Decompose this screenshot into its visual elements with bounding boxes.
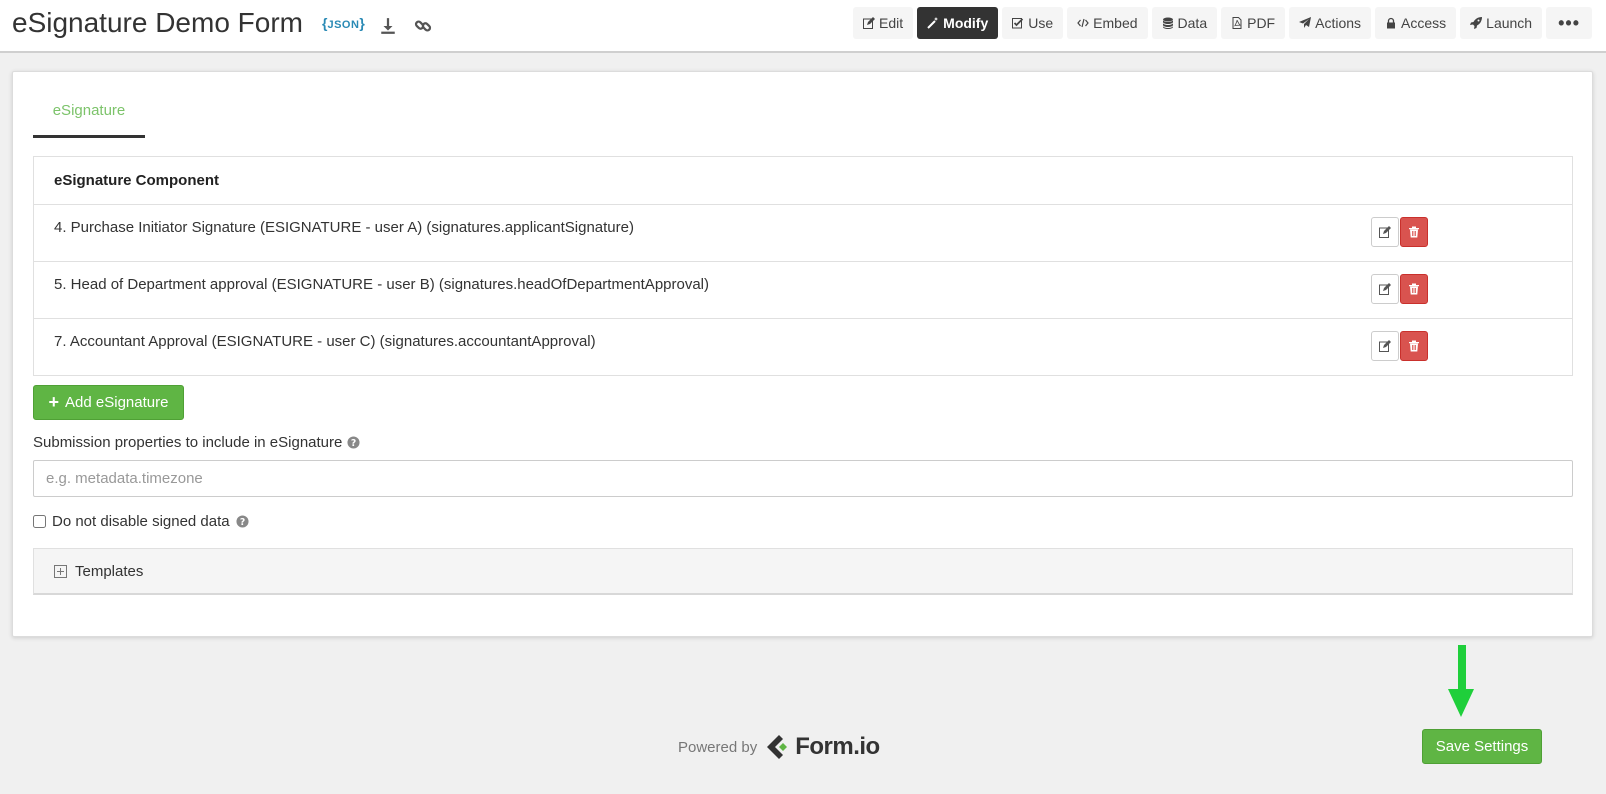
nav-modify-label: Modify	[943, 15, 989, 31]
delete-row-button[interactable]	[1400, 331, 1428, 361]
table-header: eSignature Component	[34, 157, 1572, 205]
nav-data[interactable]: Data	[1151, 7, 1218, 39]
formio-logo-text: Form.io	[795, 733, 880, 760]
database-icon	[1162, 17, 1174, 29]
trash-icon	[1408, 340, 1420, 352]
tab-esignature[interactable]: eSignature	[33, 100, 145, 138]
svg-text:?: ?	[351, 438, 356, 449]
nav-embed-label: Embed	[1093, 15, 1138, 31]
submission-properties-input[interactable]	[33, 460, 1573, 497]
nav-use-label: Use	[1028, 15, 1054, 31]
delete-row-button[interactable]	[1400, 217, 1428, 247]
powered-by-text: Powered by	[678, 738, 758, 756]
nav-actions[interactable]: Actions	[1289, 7, 1372, 39]
save-settings-button[interactable]: Save Settings	[1422, 729, 1542, 764]
formio-logo-icon	[767, 735, 788, 759]
nav-edit-label: Edit	[879, 15, 904, 31]
submission-properties-label: Submission properties to include in eSig…	[33, 434, 360, 451]
formio-logo[interactable]: Form.io	[765, 733, 880, 761]
disable-signed-data-checkbox[interactable]	[33, 515, 46, 528]
nav-access-label: Access	[1401, 15, 1447, 31]
add-esignature-label: Add eSignature	[65, 394, 169, 411]
nav-modify[interactable]: Modify	[917, 7, 999, 39]
powered-by: Powered by Form.io	[678, 733, 880, 761]
edit-row-button[interactable]	[1371, 274, 1399, 304]
row-text: 4. Purchase Initiator Signature (ESIGNAT…	[54, 219, 634, 236]
svg-text:?: ?	[239, 517, 244, 528]
nav-embed[interactable]: Embed	[1067, 7, 1148, 39]
check-square-icon	[1012, 17, 1024, 29]
more-menu-button[interactable]: •••	[1546, 7, 1592, 39]
delete-row-button[interactable]	[1400, 274, 1428, 304]
trash-icon	[1408, 283, 1420, 295]
table-row: 4. Purchase Initiator Signature (ESIGNAT…	[34, 205, 1572, 262]
esignature-table: eSignature Component 4. Purchase Initiat…	[33, 156, 1573, 376]
edit-icon	[1379, 340, 1391, 352]
templates-accordion[interactable]: Templates	[33, 548, 1573, 595]
nav-data-label: Data	[1177, 15, 1208, 31]
nav-launch-label: Launch	[1486, 15, 1533, 31]
magic-wand-icon	[927, 17, 939, 29]
form-nav: Edit Modify Use Embed Data PDF Actions A…	[853, 7, 1592, 39]
table-row: 5. Head of Department approval (ESIGNATU…	[34, 262, 1572, 319]
edit-icon	[1379, 283, 1391, 295]
page-header: eSignature Demo Form {JSON} Edit Modify …	[0, 0, 1606, 53]
disable-signed-data-row: Do not disable signed data ?	[33, 513, 249, 530]
row-text: 5. Head of Department approval (ESIGNATU…	[54, 276, 710, 293]
nav-actions-label: Actions	[1315, 15, 1362, 31]
submission-properties-label-text: Submission properties to include in eSig…	[33, 434, 343, 451]
expand-plus-icon	[54, 564, 67, 578]
nav-pdf[interactable]: PDF	[1221, 7, 1286, 39]
nav-launch[interactable]: Launch	[1460, 7, 1543, 39]
help-icon[interactable]: ?	[236, 515, 249, 528]
nav-pdf-label: PDF	[1247, 15, 1276, 31]
paper-plane-icon	[1299, 17, 1312, 29]
pdf-icon	[1231, 17, 1243, 29]
row-text: 7. Accountant Approval (ESIGNATURE - use…	[54, 333, 596, 350]
json-badge-label: JSON	[327, 19, 360, 31]
ellipsis-icon: •••	[1558, 12, 1580, 33]
code-icon	[1077, 17, 1089, 29]
arrow-down-icon	[1447, 645, 1475, 717]
edit-icon	[1379, 226, 1391, 238]
disable-signed-data-label: Do not disable signed data	[52, 513, 230, 530]
templates-label: Templates	[75, 562, 144, 580]
plus-icon: +	[48, 392, 60, 412]
trash-icon	[1408, 226, 1420, 238]
json-link[interactable]: {JSON}	[322, 15, 365, 31]
nav-edit[interactable]: Edit	[853, 7, 914, 39]
nav-access[interactable]: Access	[1375, 7, 1457, 39]
lock-icon	[1385, 17, 1397, 29]
nav-use[interactable]: Use	[1002, 7, 1064, 39]
help-icon[interactable]: ?	[347, 436, 360, 449]
download-icon[interactable]	[379, 17, 397, 35]
rocket-icon	[1470, 17, 1483, 29]
edit-row-button[interactable]	[1371, 331, 1399, 361]
settings-panel: eSignature eSignature Component 4. Purch…	[12, 71, 1593, 637]
edit-icon	[863, 17, 876, 29]
add-esignature-button[interactable]: + Add eSignature	[33, 385, 184, 420]
table-row: 7. Accountant Approval (ESIGNATURE - use…	[34, 319, 1572, 375]
edit-row-button[interactable]	[1371, 217, 1399, 247]
form-title: eSignature Demo Form	[12, 7, 304, 38]
link-icon[interactable]	[414, 17, 432, 35]
